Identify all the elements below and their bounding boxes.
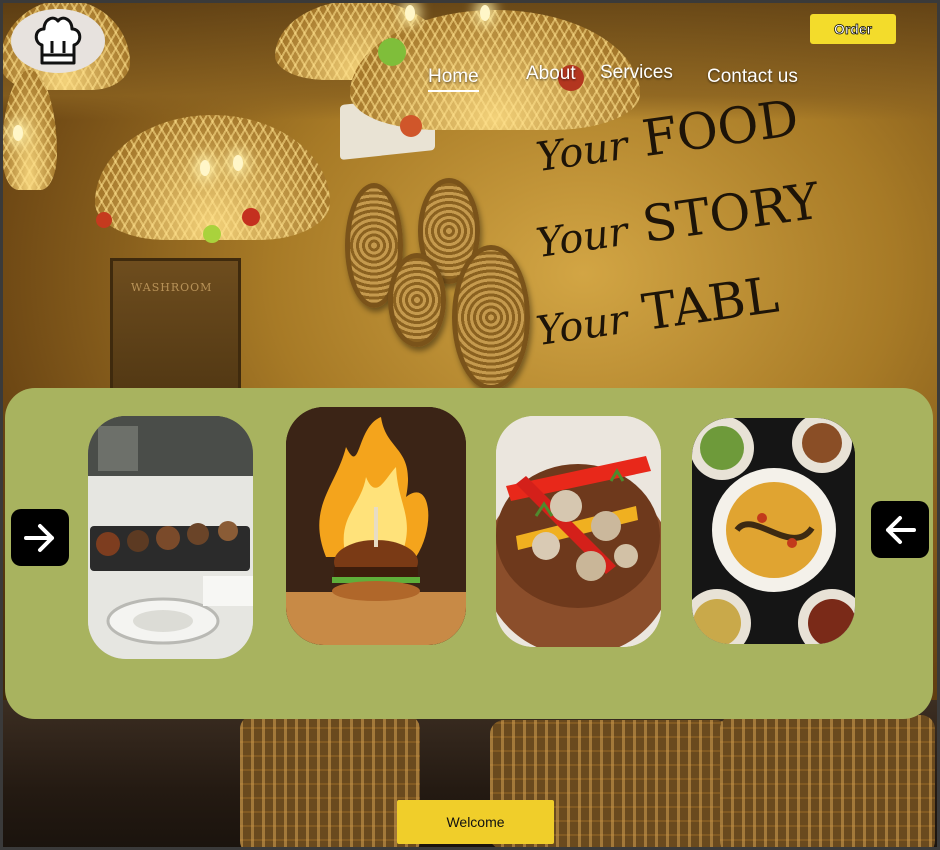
washroom-sign: WASHROOM: [131, 281, 213, 294]
light-bulb: [13, 125, 23, 141]
wall-slogan: Your FOOD Your STORY Your TABL: [533, 89, 830, 357]
table-plates-image: [88, 416, 253, 659]
nav-contact[interactable]: Contact us: [707, 66, 798, 88]
carousel-slide[interactable]: [88, 416, 253, 659]
welcome-button[interactable]: Welcome: [397, 800, 554, 844]
slogan-word: STORY: [638, 171, 823, 254]
slogan-word: TABL: [638, 265, 783, 342]
light-bulb: [480, 5, 490, 21]
nav-home[interactable]: Home: [428, 66, 479, 92]
arrow-left-icon: [886, 515, 916, 544]
carousel-next-button[interactable]: [11, 509, 69, 566]
slogan-line: Your TABL: [532, 259, 827, 357]
light-bulb: [233, 155, 243, 171]
slogan-your: Your: [533, 296, 631, 356]
wall-basket: [388, 253, 446, 347]
nav-services[interactable]: Services: [600, 62, 673, 84]
mushroom-bowl-image: [496, 416, 661, 647]
nav-about[interactable]: About: [526, 63, 576, 85]
decor-fruit: [400, 115, 422, 137]
food-carousel: [5, 388, 933, 719]
carousel-slide[interactable]: [286, 407, 466, 645]
decor-fruit: [203, 225, 221, 243]
carousel-slide[interactable]: [496, 416, 661, 647]
decor-fruit: [96, 212, 112, 228]
flaming-burger-image: [286, 407, 466, 645]
wicker-chair: [720, 715, 935, 850]
noodle-dishes-image: [692, 418, 855, 644]
decor-fruit: [242, 208, 260, 226]
order-button[interactable]: Order: [810, 14, 896, 44]
light-bulb: [405, 5, 415, 21]
slogan-your: Your: [533, 208, 631, 268]
wicker-chair: [240, 715, 420, 850]
light-bulb: [200, 160, 210, 176]
carousel-prev-button[interactable]: [871, 501, 929, 558]
main-nav: Home About Services Contact us: [0, 60, 940, 100]
carousel-slide[interactable]: [692, 418, 855, 644]
arrow-right-icon: [24, 523, 54, 552]
wall-basket: [452, 245, 530, 390]
slogan-line: Your STORY: [532, 171, 827, 269]
slogan-your: Your: [533, 122, 631, 182]
